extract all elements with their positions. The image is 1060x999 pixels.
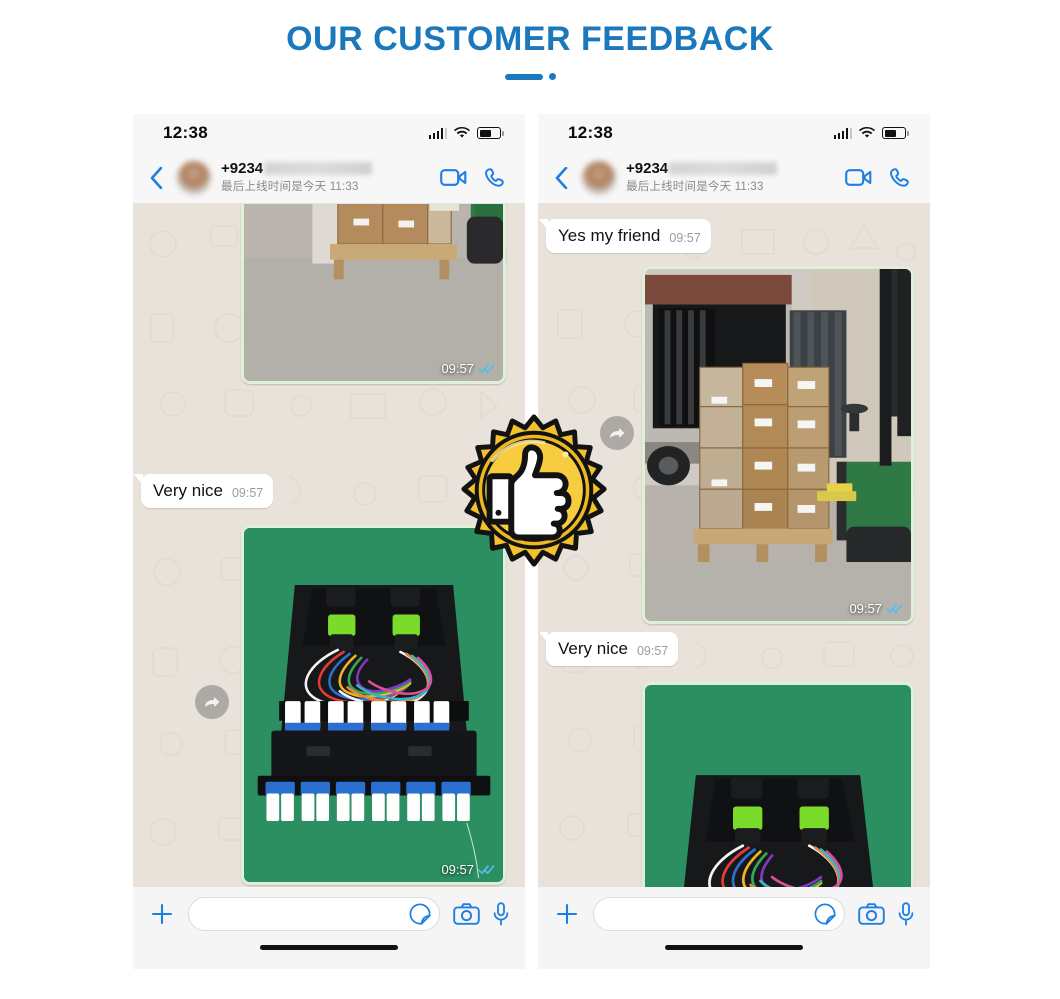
contact-name: +9234 xyxy=(626,160,669,177)
customer-feedback-page: OUR CUSTOMER FEEDBACK 12:38 +9234 最后上线时间… xyxy=(0,0,1060,999)
contact-info[interactable]: +9234 最后上线时间是今天 11:33 xyxy=(219,160,432,195)
bubble-very-nice[interactable]: Very nice 09:57 xyxy=(538,632,679,666)
chat-header-actions xyxy=(845,167,912,189)
photo-timestamp: 09:57 xyxy=(441,862,495,877)
cellular-signal-icon xyxy=(833,127,852,139)
camera-icon[interactable] xyxy=(453,903,480,925)
contact-name-redaction xyxy=(264,162,373,175)
plus-icon[interactable] xyxy=(149,901,175,927)
video-call-icon[interactable] xyxy=(845,168,872,187)
status-bar-clock: 12:38 xyxy=(163,123,208,142)
underline-dot xyxy=(548,73,556,80)
status-bar-icons xyxy=(428,127,504,139)
message-text: Very nice xyxy=(558,639,628,658)
chat-header: +9234 最后上线时间是今天 11:33 xyxy=(538,152,930,204)
sticker-icon[interactable] xyxy=(814,903,836,925)
sticker-icon[interactable] xyxy=(409,903,431,925)
photo-warehouse-pallet[interactable]: 09:57 xyxy=(241,204,506,384)
avatar[interactable] xyxy=(177,160,211,195)
photo-timestamp: 09:57 xyxy=(441,361,495,376)
plus-icon[interactable] xyxy=(554,901,580,927)
message-input-bar xyxy=(538,887,930,941)
contact-name: +9234 xyxy=(221,160,264,177)
message-time: 09:57 xyxy=(636,643,669,658)
status-bar: 12:38 xyxy=(133,114,525,152)
microphone-icon[interactable] xyxy=(898,902,914,926)
phone-call-icon[interactable] xyxy=(485,167,507,189)
message-input-field[interactable] xyxy=(593,897,845,931)
battery-icon xyxy=(477,127,504,139)
status-bar-clock: 12:38 xyxy=(568,123,613,142)
home-indicator xyxy=(538,941,930,969)
bubble-yes-my-friend[interactable]: Yes my friend 09:57 xyxy=(539,219,711,253)
message-input[interactable] xyxy=(608,905,814,923)
page-title: OUR CUSTOMER FEEDBACK xyxy=(286,20,774,58)
battery-icon xyxy=(882,127,909,139)
wifi-icon xyxy=(859,127,875,138)
read-receipt-icon xyxy=(886,604,903,614)
message-input[interactable] xyxy=(203,905,409,923)
message-time: 09:57 xyxy=(669,230,701,245)
message-text: Very nice xyxy=(153,481,223,500)
read-receipt-icon xyxy=(478,364,495,374)
message-input-bar xyxy=(133,887,525,941)
contact-name-redaction xyxy=(669,162,778,175)
avatar[interactable] xyxy=(582,160,616,195)
contact-name-row: +9234 xyxy=(221,160,432,177)
cellular-signal-icon xyxy=(428,127,447,139)
contact-name-row: +9234 xyxy=(626,160,837,177)
wifi-icon xyxy=(454,127,470,138)
chat-header: +9234 最后上线时间是今天 11:33 xyxy=(133,152,525,204)
phone-call-icon[interactable] xyxy=(890,167,912,189)
message-text: Yes my friend xyxy=(558,226,661,245)
back-chevron-icon[interactable] xyxy=(548,165,574,191)
underline-bar xyxy=(504,73,543,80)
page-header: OUR CUSTOMER FEEDBACK xyxy=(0,0,1060,100)
last-seen-label: 最后上线时间是今天 11:33 xyxy=(626,181,764,193)
thumbs-up-award-badge xyxy=(455,414,613,574)
back-chevron-icon[interactable] xyxy=(143,165,169,191)
contact-info[interactable]: +9234 最后上线时间是今天 11:33 xyxy=(624,160,837,195)
video-call-icon[interactable] xyxy=(440,168,467,187)
forward-arrow-icon[interactable] xyxy=(195,685,229,719)
photo-container-loading[interactable]: 09:57 xyxy=(642,266,914,624)
photo-timestamp: 09:57 xyxy=(849,601,903,616)
last-seen-label: 最后上线时间是今天 11:33 xyxy=(221,181,359,193)
microphone-icon[interactable] xyxy=(493,902,509,926)
title-underline-ornament xyxy=(504,73,556,80)
chat-header-actions xyxy=(440,167,507,189)
photo-fiber-patch-panel[interactable]: 09:57 xyxy=(241,525,506,885)
camera-icon[interactable] xyxy=(858,903,885,925)
message-input-field[interactable] xyxy=(188,897,440,931)
read-receipt-icon xyxy=(478,865,495,875)
message-time: 09:57 xyxy=(231,485,264,500)
status-bar: 12:38 xyxy=(538,114,930,152)
photo-fiber-patch-panel[interactable] xyxy=(642,682,914,887)
status-bar-icons xyxy=(833,127,909,139)
home-indicator xyxy=(133,941,525,969)
bubble-very-nice[interactable]: Very nice 09:57 xyxy=(133,474,274,508)
